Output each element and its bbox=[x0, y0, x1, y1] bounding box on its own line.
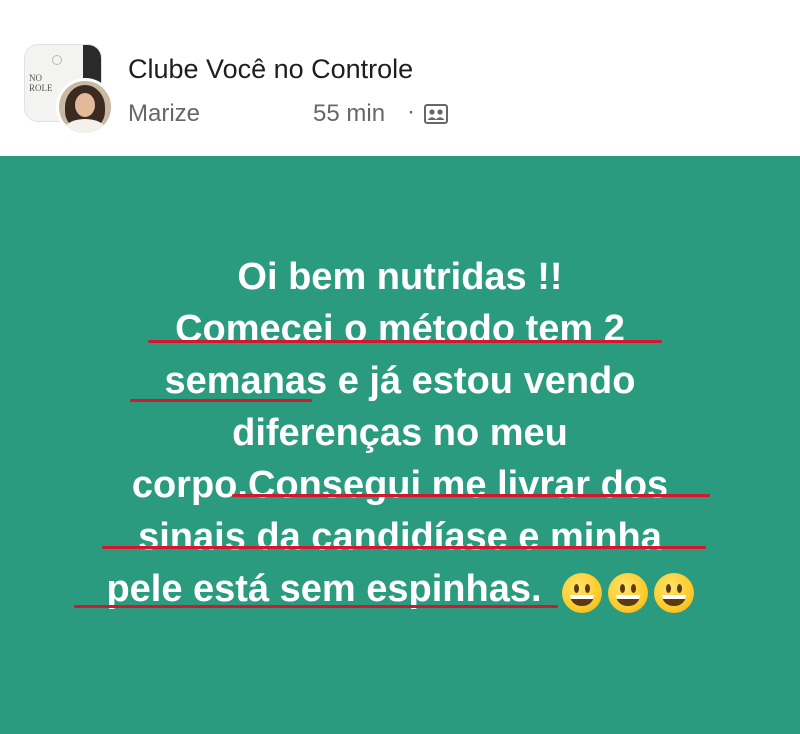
post-text-line: corpo.Consegui me livrar dos bbox=[131, 464, 669, 506]
grinning-face-emoji bbox=[607, 572, 648, 613]
post-text-line: diferenças no meu bbox=[232, 412, 568, 454]
highlight-underline bbox=[232, 494, 710, 497]
post-timestamp[interactable]: 55 min bbox=[313, 100, 385, 128]
post-text-line: semanas e já estou vendo bbox=[164, 360, 636, 402]
highlight-underline bbox=[148, 340, 662, 343]
post-text-line-last: pele está sem espinhas. bbox=[0, 563, 800, 617]
author-avatar[interactable] bbox=[56, 78, 114, 136]
group-name[interactable]: Clube Você no Controle bbox=[128, 54, 413, 85]
facebook-post: NO ROLE Clube Você no Controle Marize 55 … bbox=[0, 0, 800, 734]
grinning-face-emoji bbox=[653, 572, 694, 613]
highlight-underline bbox=[130, 399, 312, 402]
post-body: Oi bem nutridas !! Comecei o método tem … bbox=[0, 156, 800, 734]
avatar-shirt bbox=[65, 119, 105, 133]
emoji-group bbox=[556, 565, 694, 617]
thumb-text: NO ROLE bbox=[29, 73, 53, 93]
avatar-face bbox=[75, 93, 95, 117]
grinning-face-emoji bbox=[561, 572, 602, 613]
highlight-underline bbox=[74, 605, 558, 608]
author-name[interactable]: Marize bbox=[128, 100, 200, 128]
post-text: Oi bem nutridas !! Comecei o método tem … bbox=[0, 251, 800, 617]
thumb-logo-circle bbox=[52, 55, 62, 65]
post-header: NO ROLE Clube Você no Controle Marize 55 … bbox=[0, 0, 800, 156]
separator-dot: · bbox=[407, 98, 415, 125]
group-audience-icon[interactable] bbox=[424, 104, 448, 124]
post-text-line: pele está sem espinhas. bbox=[106, 568, 542, 610]
post-text-line: Oi bem nutridas !! bbox=[237, 256, 563, 298]
highlight-underline bbox=[102, 546, 706, 549]
post-text-line: sinais da candidíase e minha bbox=[138, 516, 662, 558]
avatar-group[interactable]: NO ROLE bbox=[24, 44, 114, 136]
post-text-line: Comecei o método tem 2 bbox=[175, 308, 625, 350]
